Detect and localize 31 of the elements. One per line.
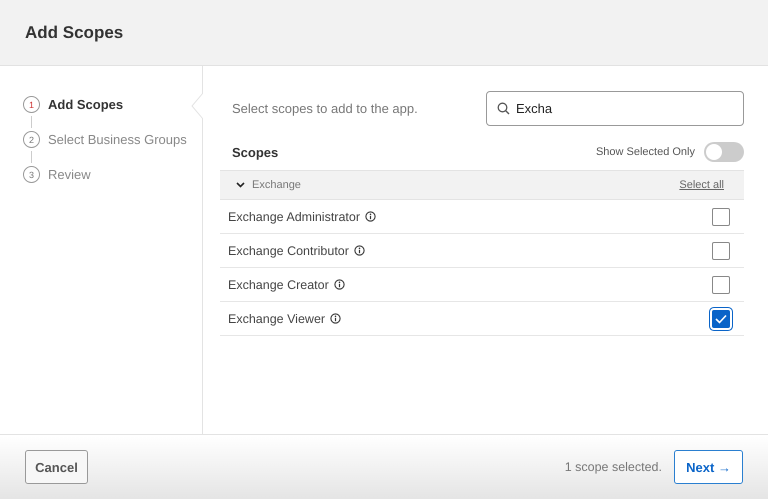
checkbox[interactable] <box>712 276 730 294</box>
step-label[interactable]: Add Scopes <box>48 97 124 112</box>
section-heading: Scopes <box>232 144 278 160</box>
scope-label: Exchange Administrator <box>228 210 360 224</box>
checkbox[interactable] <box>712 208 730 226</box>
step-number: 2 <box>23 131 40 148</box>
chevron-icon[interactable] <box>236 182 245 188</box>
search-icon <box>497 102 510 115</box>
toggle-switch[interactable] <box>704 142 744 162</box>
scope-label: Exchange Viewer <box>228 312 326 326</box>
select-all-link[interactable]: Select all <box>679 179 724 191</box>
group-name: Exchange <box>252 179 301 191</box>
info-icon <box>334 279 345 290</box>
cancel-button[interactable]: Cancel <box>25 450 88 484</box>
toggle-label: Show Selected Only <box>596 146 695 158</box>
step-label[interactable]: Select Business Groups <box>48 132 187 147</box>
step-number: 1 <box>23 96 40 113</box>
selection-status: 1 scope selected. <box>564 460 662 474</box>
info-icon <box>354 245 365 256</box>
checkmark-icon <box>715 314 727 324</box>
page-title: Add Scopes <box>25 22 124 42</box>
search-field[interactable]: Excha <box>486 91 744 126</box>
info-icon <box>330 313 342 324</box>
checkbox[interactable] <box>712 242 730 260</box>
step-label[interactable]: Review <box>48 167 91 182</box>
instruction-text: Select scopes to add to the app. <box>232 101 418 116</box>
next-button[interactable]: Next → <box>674 450 743 484</box>
scope-label: Exchange Creator <box>228 278 329 292</box>
step-number: 3 <box>23 166 40 183</box>
info-icon <box>365 211 376 222</box>
scope-label: Exchange Contributor <box>228 244 349 258</box>
